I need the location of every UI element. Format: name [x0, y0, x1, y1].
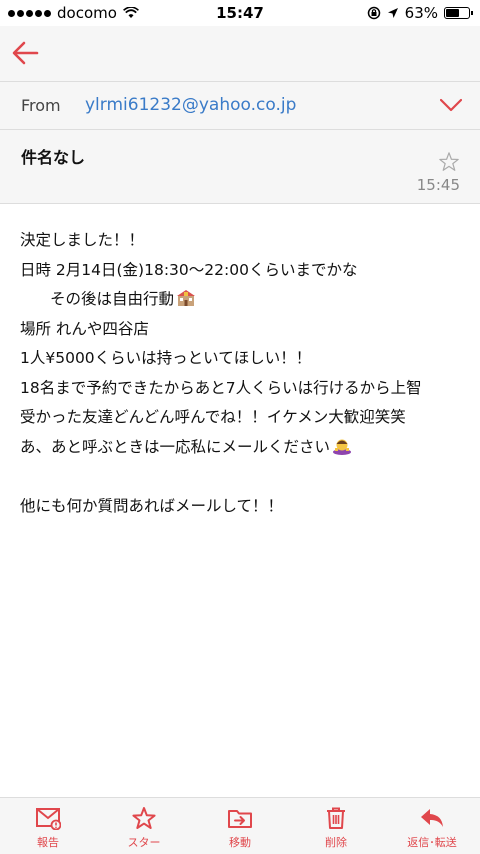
top-nav-bar	[0, 26, 480, 82]
delete-label: 削除	[325, 836, 347, 849]
body-line: 日時 2月14日(金)18:30〜22:00くらいまでかな	[20, 260, 358, 279]
reply-forward-button[interactable]: 返信･転送	[384, 798, 480, 854]
star-outline-icon[interactable]	[438, 151, 460, 173]
battery-icon	[444, 7, 473, 19]
star-label: スター	[127, 836, 161, 849]
location-arrow-icon	[387, 8, 398, 18]
sender-row: From ylrmi61232@yahoo.co.jp	[0, 82, 480, 130]
from-label: From	[21, 96, 61, 115]
body-line: 18名まで予約できたからあと7人くらいは行けるから上智	[20, 378, 422, 397]
body-line: 受かった友達どんどん呼んでね！！イケメン大歓迎笑笑	[20, 408, 406, 426]
sender-address[interactable]: ylrmi61232@yahoo.co.jp	[85, 95, 296, 115]
move-label: 移動	[229, 836, 251, 849]
reply-arrow-icon	[421, 809, 443, 827]
mail-subject: 件名なし	[21, 148, 86, 167]
status-right: 63%	[367, 4, 473, 22]
trash-icon	[327, 807, 345, 829]
body-line: あ、あと呼ぶときは一応私にメールください	[20, 433, 466, 463]
star-button[interactable]: スター	[96, 798, 192, 854]
mail-body: 決定しました！！ 日時 2月14日(金)18:30〜22:00くらいまでかな そ…	[20, 226, 466, 521]
back-arrow-icon[interactable]	[10, 38, 40, 68]
body-line: その後は自由行動	[20, 285, 466, 315]
bottom-toolbar: 報告 スター 移動 削除 返信･転送	[0, 797, 480, 854]
battery-percent: 63%	[404, 4, 438, 22]
report-button[interactable]: 報告	[0, 798, 96, 854]
subject-row: 件名なし 15:45	[0, 130, 480, 204]
chevron-down-icon[interactable]	[440, 98, 462, 112]
reply-forward-label: 返信･転送	[407, 836, 457, 849]
mail-time: 15:45	[416, 176, 460, 194]
battery-fill	[446, 9, 459, 17]
body-line-text: あ、あと呼ぶときは一応私にメールください	[20, 437, 331, 456]
body-line: 他にも何か質問あればメールして！！	[20, 496, 284, 515]
school-building-emoji-icon	[177, 290, 196, 306]
body-line-text: その後は自由行動	[50, 290, 175, 308]
report-label: 報告	[37, 836, 59, 849]
body-line: 場所 れんや四谷店	[20, 319, 149, 338]
body-blank-line	[20, 462, 466, 492]
move-button[interactable]: 移動	[192, 798, 288, 854]
report-spam-icon	[36, 808, 61, 830]
rotation-lock-icon	[367, 6, 380, 20]
person-bowing-emoji-icon	[333, 439, 352, 455]
body-line: 決定しました！！	[20, 231, 145, 249]
body-line: 1人¥5000くらいは持っといてほしい！！	[20, 349, 312, 367]
status-bar: docomo 15:47 63%	[0, 0, 480, 26]
delete-button[interactable]: 削除	[288, 798, 384, 854]
star-icon	[132, 807, 156, 829]
move-to-folder-icon	[228, 810, 252, 828]
